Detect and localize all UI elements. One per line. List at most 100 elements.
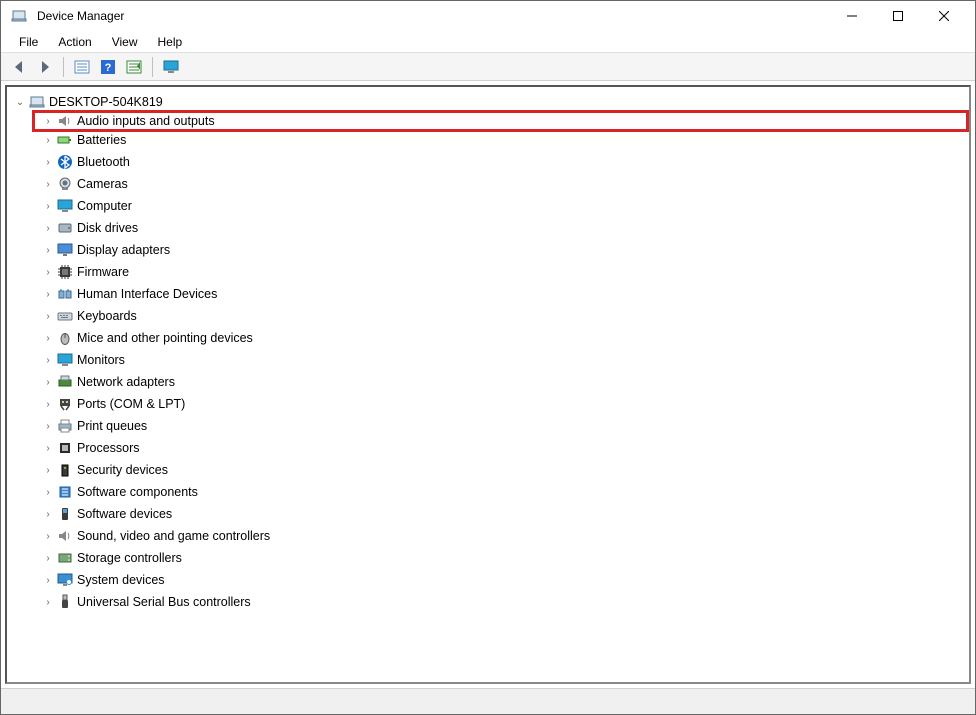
expander-icon[interactable]: › [41,465,55,476]
expander-icon[interactable]: › [41,597,55,608]
device-category[interactable]: ›System devices [35,569,969,591]
expander-icon[interactable]: › [41,135,55,146]
device-category[interactable]: › Firmware [35,261,969,283]
monitor-icon [57,352,73,368]
device-category[interactable]: ›Computer [35,195,969,217]
toolbar-separator [63,57,64,77]
printer-icon [57,418,73,434]
device-category[interactable]: ›Display adapters [35,239,969,261]
scan-button[interactable] [122,55,146,79]
device-category[interactable]: › Mice and other pointing devices [35,327,969,349]
expander-icon[interactable]: › [41,355,55,366]
expander-icon[interactable]: › [41,201,55,212]
expander-icon[interactable]: › [41,245,55,256]
category-label: Print queues [77,419,147,433]
category-label: Ports (COM & LPT) [77,397,185,411]
device-category[interactable]: › Software components [35,481,969,503]
expander-icon[interactable]: › [41,179,55,190]
device-category[interactable]: ›Sound, video and game controllers [35,525,969,547]
category-label: Storage controllers [77,551,182,565]
close-button[interactable] [921,1,967,31]
category-label: Audio inputs and outputs [77,114,215,128]
category-label: Human Interface Devices [77,287,217,301]
expander-icon[interactable]: › [41,116,55,127]
device-category[interactable]: › Print queues [35,415,969,437]
device-category[interactable]: ›Cameras [35,173,969,195]
expander-icon[interactable]: › [41,531,55,542]
device-category[interactable]: › Storage controllers [35,547,969,569]
device-category[interactable]: ›Universal Serial Bus controllers [35,591,969,613]
device-category[interactable]: › Ports (COM & LPT) [35,393,969,415]
expander-icon[interactable]: › [41,509,55,520]
speaker-icon [57,528,73,544]
menubar: FileActionViewHelp [1,31,975,53]
device-category[interactable]: › Security devices [35,459,969,481]
device-tree[interactable]: ⌄DESKTOP-504K819›Audio inputs and output… [5,85,971,684]
monitor-icon [163,59,179,75]
expander-icon[interactable]: › [41,333,55,344]
expander-icon[interactable]: › [41,311,55,322]
svg-text:?: ? [105,62,112,74]
toolbar: ? [1,53,975,81]
storage-icon [57,550,73,566]
mouse-icon [57,330,73,346]
minimize-button[interactable] [829,1,875,31]
category-label: Mice and other pointing devices [77,331,253,345]
category-label: Firmware [77,265,129,279]
security-icon [57,462,73,478]
display-icon [57,242,73,258]
menu-file[interactable]: File [9,33,48,51]
device-category[interactable]: › Keyboards [35,305,969,327]
back-button[interactable] [7,55,31,79]
statusbar [1,688,975,714]
expander-icon[interactable]: › [41,553,55,564]
category-label: Software components [77,485,198,499]
expander-icon[interactable]: › [41,377,55,388]
monitor-icon [57,198,73,214]
expander-icon[interactable]: › [41,267,55,278]
device-category[interactable]: › Human Interface Devices [35,283,969,305]
chip-icon [57,264,73,280]
category-label: Keyboards [77,309,137,323]
device-category[interactable]: ›Network adapters [35,371,969,393]
category-label: Software devices [77,507,172,521]
toolbar-separator [152,57,153,77]
device-category[interactable]: › Batteries [35,129,969,151]
details-button[interactable] [70,55,94,79]
expander-icon[interactable]: › [41,575,55,586]
maximize-button[interactable] [875,1,921,31]
device-category[interactable]: ›Bluetooth [35,151,969,173]
expander-icon[interactable]: › [41,157,55,168]
network-icon [57,374,73,390]
battery-icon [57,132,73,148]
category-label: Monitors [77,353,125,367]
monitor-button[interactable] [159,55,183,79]
help-button[interactable]: ? [96,55,120,79]
expander-icon[interactable]: › [41,443,55,454]
expander-icon[interactable]: › [41,421,55,432]
forward-button[interactable] [33,55,57,79]
arrow-left-icon [11,59,27,75]
category-label: Batteries [77,133,126,147]
titlebar: Device Manager [1,1,975,31]
expander-icon[interactable]: ⌄ [13,97,27,108]
system-icon [57,572,73,588]
menu-help[interactable]: Help [148,33,193,51]
device-category[interactable]: › Software devices [35,503,969,525]
expander-icon[interactable]: › [41,487,55,498]
app-icon [11,8,27,24]
menu-view[interactable]: View [102,33,148,51]
camera-icon [57,176,73,192]
expander-icon[interactable]: › [41,289,55,300]
device-category[interactable]: ›Disk drives [35,217,969,239]
device-category[interactable]: › Processors [35,437,969,459]
keyboard-icon [57,308,73,324]
bluetooth-icon [57,154,73,170]
category-label: Processors [77,441,140,455]
device-category[interactable]: › Monitors [35,349,969,371]
category-label: Security devices [77,463,168,477]
expander-icon[interactable]: › [41,399,55,410]
softdev-icon [57,506,73,522]
menu-action[interactable]: Action [48,33,101,51]
expander-icon[interactable]: › [41,223,55,234]
